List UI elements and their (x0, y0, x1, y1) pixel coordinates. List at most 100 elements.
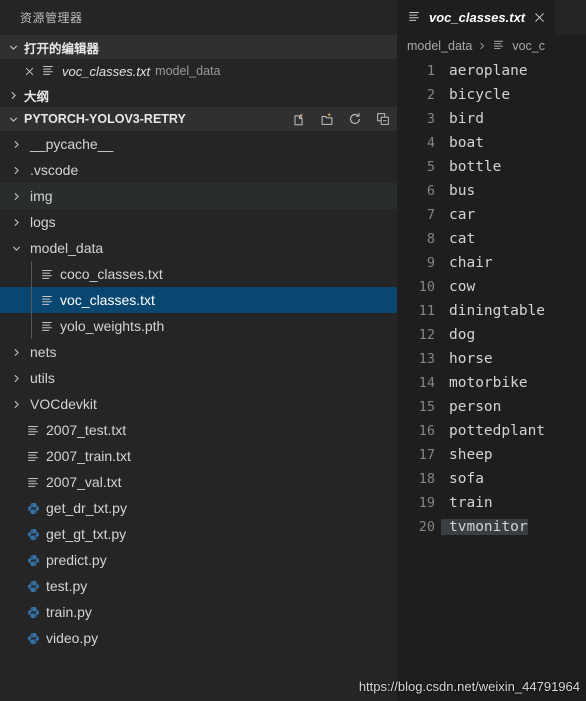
code-line[interactable]: 6 bus (397, 179, 586, 203)
tree-item-yolo-weights-pth[interactable]: yolo_weights.pth (0, 313, 397, 339)
open-editor-item[interactable]: voc_classes.txt model_data (0, 59, 397, 83)
open-editor-folder: model_data (155, 64, 221, 78)
line-text: aeroplane (449, 63, 528, 79)
tree-item-2007-val-txt[interactable]: 2007_val.txt (0, 469, 397, 495)
tree-item-model-data[interactable]: model_data (0, 235, 397, 261)
tab-voc-classes[interactable]: voc_classes.txt (397, 0, 556, 35)
line-number: 11 (418, 303, 435, 319)
text-file-icon (41, 63, 57, 80)
code-line[interactable]: 1 aeroplane (397, 59, 586, 83)
code-line[interactable]: 19 train (397, 491, 586, 515)
chevron-right-icon[interactable] (8, 188, 24, 204)
new-folder-icon[interactable] (319, 111, 335, 127)
python-file-icon (24, 552, 42, 568)
tree-item-coco-classes-txt[interactable]: coco_classes.txt (0, 261, 397, 287)
line-number: 2 (426, 87, 435, 103)
line-number: 18 (418, 471, 435, 487)
python-file-icon (24, 526, 42, 542)
tree-item-vocdevkit[interactable]: VOCdevkit (0, 391, 397, 417)
line-number: 6 (426, 183, 435, 199)
tree-item-get-dr-txt-py[interactable]: get_dr_txt.py (0, 495, 397, 521)
close-icon[interactable] (531, 10, 547, 26)
code-line[interactable]: 17 sheep (397, 443, 586, 467)
text-file-icon (38, 292, 56, 308)
code-line[interactable]: 15 person (397, 395, 586, 419)
line-number: 17 (418, 447, 435, 463)
section-open-editors[interactable]: 打开的编辑器 (0, 35, 397, 59)
code-line[interactable]: 14 motorbike (397, 371, 586, 395)
editor-pane: voc_classes.txt model_data voc_c 1 aerop… (397, 0, 586, 701)
tree-item-get-gt-txt-py[interactable]: get_gt_txt.py (0, 521, 397, 547)
refresh-icon[interactable] (347, 111, 363, 127)
line-number: 4 (426, 135, 435, 151)
line-text: person (449, 399, 502, 415)
text-file-icon (24, 448, 42, 464)
chevron-right-icon[interactable] (8, 214, 24, 230)
code-line[interactable]: 16 pottedplant (397, 419, 586, 443)
tree-item-label: coco_classes.txt (60, 266, 163, 282)
tree-item-label: img (30, 188, 53, 204)
line-number: 15 (418, 399, 435, 415)
chevron-right-icon[interactable] (8, 344, 24, 360)
tree-item-2007-train-txt[interactable]: 2007_train.txt (0, 443, 397, 469)
section-project-root[interactable]: PYTORCH-YOLOV3-RETRY (0, 107, 397, 131)
code-line[interactable]: 9 chair (397, 251, 586, 275)
tree-item-img[interactable]: img (0, 183, 397, 209)
tree-item-label: VOCdevkit (30, 396, 97, 412)
code-line[interactable]: 12 dog (397, 323, 586, 347)
tree-item-train-py[interactable]: train.py (0, 599, 397, 625)
chevron-down-icon (4, 110, 22, 128)
chevron-right-icon[interactable] (8, 162, 24, 178)
line-number: 5 (426, 159, 435, 175)
explorer-actions (291, 107, 391, 131)
code-line[interactable]: 8 cat (397, 227, 586, 251)
tree-item-voc-classes-txt[interactable]: voc_classes.txt (0, 287, 397, 313)
tree-item-utils[interactable]: utils (0, 365, 397, 391)
code-line[interactable]: 3 bird (397, 107, 586, 131)
vscode-window: 资源管理器 打开的编辑器 voc_classes.txt model_data … (0, 0, 586, 701)
tree-item-2007-test-txt[interactable]: 2007_test.txt (0, 417, 397, 443)
code-line[interactable]: 11 diningtable (397, 299, 586, 323)
code-line[interactable]: 5 bottle (397, 155, 586, 179)
close-icon[interactable] (22, 64, 36, 78)
line-number: 20 (418, 519, 435, 535)
new-file-icon[interactable] (291, 111, 307, 127)
tree-item--pycache-[interactable]: __pycache__ (0, 131, 397, 157)
tree-item-logs[interactable]: logs (0, 209, 397, 235)
code-area[interactable]: 1 aeroplane 2 bicycle 3 bird 4 boat 5 bottle 6 bus 7… (397, 57, 586, 701)
code-line[interactable]: 2 bicycle (397, 83, 586, 107)
chevron-right-icon[interactable] (8, 136, 24, 152)
tree-indent-guide (31, 261, 32, 339)
breadcrumb-folder[interactable]: model_data (407, 39, 472, 53)
tree-item-label: get_gt_txt.py (46, 526, 127, 542)
line-text: boat (449, 135, 484, 151)
code-line[interactable]: 20 tvmonitor (397, 515, 586, 539)
tree-item-nets[interactable]: nets (0, 339, 397, 365)
line-number: 13 (418, 351, 435, 367)
code-line[interactable]: 18 sofa (397, 467, 586, 491)
tree-item-predict-py[interactable]: predict.py (0, 547, 397, 573)
line-text: dog (449, 327, 476, 343)
code-line[interactable]: 4 boat (397, 131, 586, 155)
text-file-icon (24, 422, 42, 438)
line-number: 10 (418, 279, 435, 295)
chevron-right-icon[interactable] (8, 370, 24, 386)
line-number: 3 (426, 111, 435, 127)
tree-item-label: train.py (46, 604, 92, 620)
code-line[interactable]: 7 car (397, 203, 586, 227)
code-line[interactable]: 10 cow (397, 275, 586, 299)
section-outline[interactable]: 大纲 (0, 83, 397, 107)
tree-item-test-py[interactable]: test.py (0, 573, 397, 599)
file-tree[interactable]: __pycache__ .vscode img logs model_data coco_… (0, 131, 397, 701)
code-line[interactable]: 13 horse (397, 347, 586, 371)
tree-item-video-py[interactable]: video.py (0, 625, 397, 651)
breadcrumb-file[interactable]: voc_c (512, 39, 545, 53)
breadcrumb[interactable]: model_data voc_c (397, 35, 586, 57)
chevron-down-icon[interactable] (8, 240, 24, 256)
tree-item--vscode[interactable]: .vscode (0, 157, 397, 183)
chevron-right-icon[interactable] (8, 396, 24, 412)
collapse-all-icon[interactable] (375, 111, 391, 127)
line-text: cow (449, 279, 476, 295)
line-number: 9 (426, 255, 435, 271)
section-outline-label: 大纲 (24, 89, 50, 104)
